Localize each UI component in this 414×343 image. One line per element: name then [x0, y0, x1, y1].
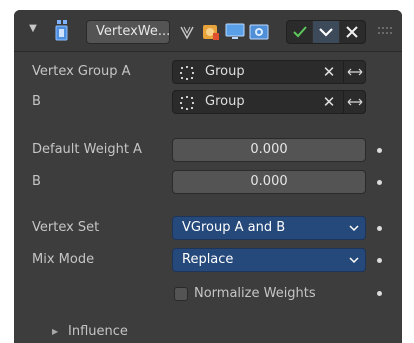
influence-subpanel-header[interactable]: Influence — [68, 320, 128, 343]
edit-mode-icon[interactable] — [200, 20, 222, 44]
clear-x-icon[interactable]: ✕ — [319, 61, 339, 83]
keyframe-dot-icon[interactable] — [377, 148, 382, 153]
vertex-group-a-label: Vertex Group A — [32, 64, 131, 79]
modifier-toggle-group — [286, 20, 366, 44]
default-weight-b-label: B — [32, 174, 41, 189]
clear-x-icon[interactable]: ✕ — [319, 91, 339, 113]
invert-arrows-icon[interactable] — [343, 91, 365, 113]
triangle-right-icon[interactable]: ▶ — [52, 326, 62, 338]
realtime-display-icon[interactable] — [224, 20, 246, 44]
keyframe-dot-icon[interactable] — [377, 180, 382, 185]
vertex-group-icon — [180, 66, 194, 80]
vertex-group-b-value: Group — [205, 94, 245, 109]
vertex-group-b-field[interactable]: Group ✕ — [172, 90, 366, 114]
render-icon[interactable] — [248, 20, 270, 44]
invert-arrows-icon[interactable] — [343, 61, 365, 83]
keyframe-dot-icon[interactable] — [377, 291, 382, 296]
chevron-down-icon — [349, 257, 359, 264]
normalize-weights-checkbox[interactable] — [174, 287, 188, 301]
modifier-panel: ▼ VertexWe... Vertex Group A Group ✕ B G… — [14, 10, 402, 343]
mix-mode-value: Replace — [182, 252, 234, 267]
default-weight-a-field[interactable]: 0.000 — [172, 138, 366, 162]
mix-mode-label: Mix Mode — [32, 252, 95, 267]
vertex-set-value: VGroup A and B — [182, 220, 286, 235]
modifier-name-field[interactable]: VertexWe... — [86, 20, 170, 44]
default-weight-b-field[interactable]: 0.000 — [172, 170, 366, 194]
vertex-set-dropdown[interactable]: VGroup A and B — [172, 216, 366, 240]
keyframe-dot-icon[interactable] — [377, 258, 382, 263]
mix-mode-dropdown[interactable]: Replace — [172, 248, 366, 272]
vertex-weight-modifier-icon — [55, 20, 68, 41]
apply-check-icon[interactable] — [287, 21, 313, 43]
options-chevron-icon[interactable] — [312, 21, 339, 43]
vertex-group-b-label: B — [32, 94, 41, 109]
vertex-group-icon — [180, 96, 194, 110]
delete-x-icon[interactable] — [338, 21, 365, 43]
keyframe-dot-icon[interactable] — [377, 226, 382, 231]
triangle-down-icon[interactable]: ▼ — [26, 22, 40, 36]
vertex-set-label: Vertex Set — [32, 220, 100, 235]
modifier-header: ▼ VertexWe... — [14, 10, 402, 52]
chevron-down-icon — [349, 225, 359, 232]
default-weight-a-label: Default Weight A — [32, 142, 142, 157]
normalize-weights-label[interactable]: Normalize Weights — [194, 282, 316, 306]
vertex-group-filter-icon[interactable] — [176, 20, 198, 44]
vertex-group-a-value: Group — [205, 64, 245, 79]
vertex-group-a-field[interactable]: Group ✕ — [172, 60, 366, 84]
drag-handle-icon[interactable] — [378, 26, 392, 36]
